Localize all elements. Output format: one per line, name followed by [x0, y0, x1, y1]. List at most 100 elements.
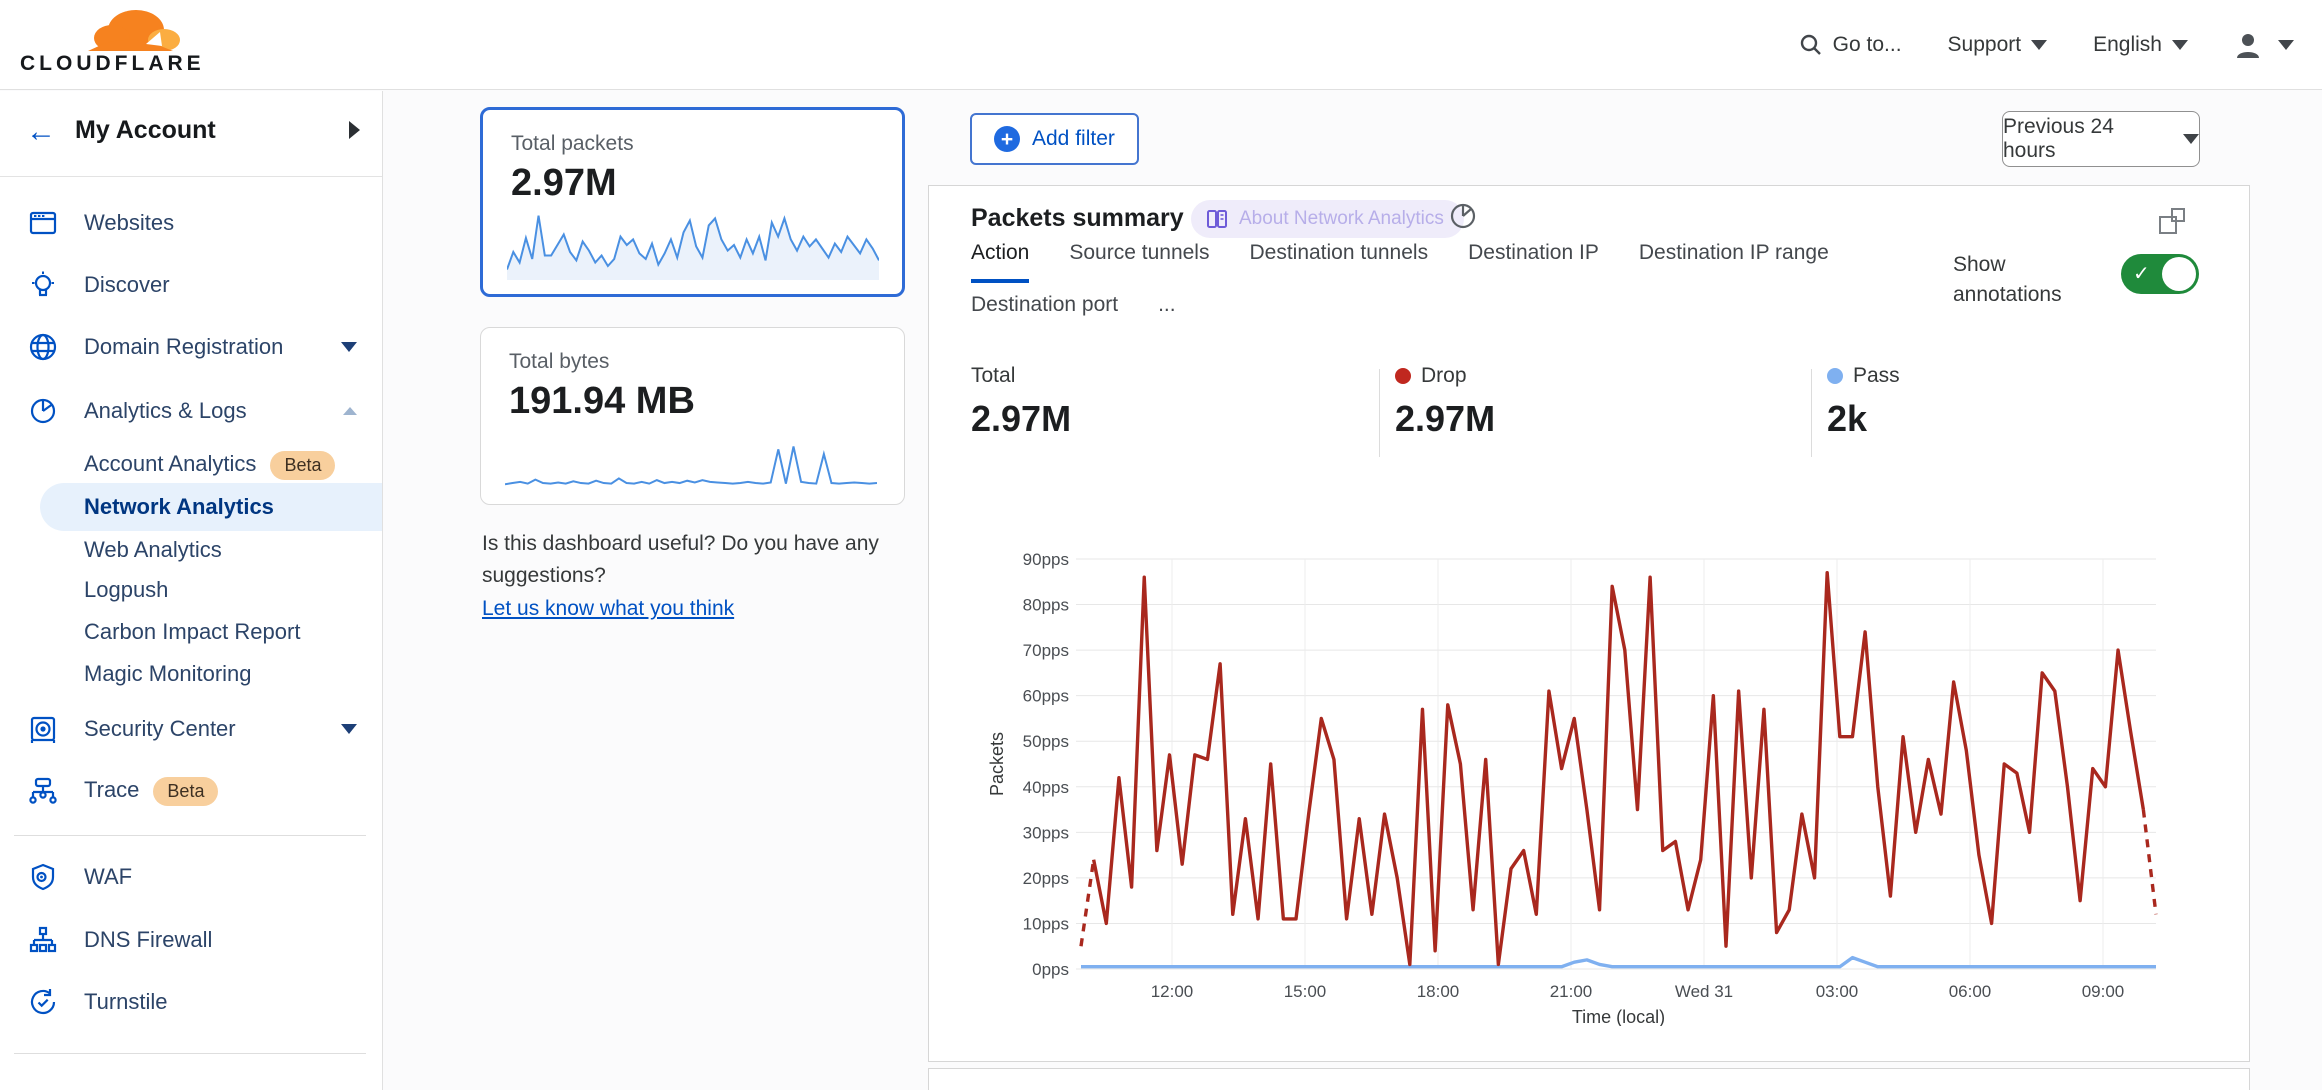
- stat-label: Drop: [1421, 364, 1467, 388]
- plus-icon: +: [994, 126, 1020, 152]
- sidebar-item-label: Carbon Impact Report: [84, 619, 300, 645]
- svg-text:50pps: 50pps: [1023, 732, 1069, 751]
- card-title: Total bytes: [509, 350, 609, 374]
- sidebar-item-turnstile[interactable]: Turnstile: [0, 978, 383, 1026]
- sidebar-item-label: DNS Firewall: [84, 927, 212, 953]
- time-range-dropdown[interactable]: Previous 24 hours: [2002, 111, 2200, 167]
- about-badge-label: About Network Analytics: [1239, 208, 1444, 230]
- svg-text:90pps: 90pps: [1023, 551, 1069, 569]
- tabs-row-2: Destination port...: [971, 293, 1176, 331]
- chevron-down-icon: [2183, 134, 2199, 144]
- svg-text:Time (local): Time (local): [1572, 1007, 1665, 1026]
- svg-text:0pps: 0pps: [1032, 960, 1069, 979]
- sidebar-item-carbon-impact-report[interactable]: Carbon Impact Report: [0, 608, 383, 656]
- language-menu[interactable]: English: [2093, 33, 2188, 57]
- stat-value: 2.97M: [1395, 398, 1495, 440]
- go-to-search[interactable]: Go to...: [1799, 33, 1902, 57]
- sidebar-item-trace[interactable]: TraceBeta: [0, 767, 383, 815]
- top-bar: CLOUDFLARE Go to... Support English: [0, 0, 2322, 90]
- feedback-link[interactable]: Let us know what you think: [482, 593, 734, 625]
- tab-destination-ip-range[interactable]: Destination IP range: [1639, 241, 1829, 283]
- show-annotations-toggle[interactable]: ✓: [2121, 254, 2199, 294]
- chevron-up-icon: [343, 407, 357, 415]
- book-icon: [1205, 207, 1229, 231]
- sidebar-item-logpush[interactable]: Logpush: [0, 566, 383, 614]
- sidebar: ← My Account Websites Discover Domain Regi…: [0, 91, 383, 1090]
- add-filter-button[interactable]: + Add filter: [970, 113, 1139, 165]
- tab-destination-tunnels[interactable]: Destination tunnels: [1249, 241, 1428, 283]
- chevron-down-icon: [2172, 40, 2188, 50]
- check-icon: ✓: [2133, 261, 2150, 286]
- sidebar-item-label: Discover: [84, 272, 170, 298]
- sidebar-item-security-center[interactable]: Security Center: [0, 705, 383, 753]
- sidebar-item-analytics-logs[interactable]: Analytics & Logs: [0, 387, 383, 435]
- tab-destination-port[interactable]: Destination port: [971, 293, 1118, 331]
- tabs-overflow-button[interactable]: ...: [1158, 293, 1176, 331]
- sidebar-item-domain-registration[interactable]: Domain Registration: [0, 323, 383, 371]
- total-bytes-card[interactable]: Total bytes 191.94 MB: [480, 327, 905, 505]
- next-panel-edge: [928, 1068, 2250, 1090]
- svg-text:70pps: 70pps: [1023, 641, 1069, 660]
- packets-sparkline: [507, 210, 879, 282]
- sidebar-header: ← My Account: [0, 91, 382, 177]
- stats-row: Total2.97MDrop2.97MPass2k: [929, 364, 2251, 464]
- sidebar-item-label: Domain Registration: [84, 334, 283, 360]
- show-annotations-label: Show annotations: [1953, 250, 2083, 311]
- sidebar-item-network-analytics[interactable]: Network Analytics: [40, 483, 383, 531]
- svg-text:30pps: 30pps: [1023, 823, 1069, 842]
- svg-text:10pps: 10pps: [1023, 914, 1069, 933]
- svg-text:20pps: 20pps: [1023, 869, 1069, 888]
- expand-icon[interactable]: [2159, 208, 2185, 234]
- chevron-down-icon: [2031, 40, 2047, 50]
- sidebar-item-label: Turnstile: [84, 989, 168, 1015]
- back-arrow-icon[interactable]: ←: [26, 117, 56, 147]
- tab-destination-ip[interactable]: Destination IP: [1468, 241, 1599, 283]
- svg-text:80pps: 80pps: [1023, 596, 1069, 615]
- sidebar-item-magic-monitoring[interactable]: Magic Monitoring: [0, 650, 383, 698]
- sidebar-item-label: Analytics & Logs: [84, 398, 247, 424]
- dns-icon: [28, 925, 58, 955]
- browser-icon: [28, 208, 58, 238]
- sidebar-item-account-analytics[interactable]: Account AnalyticsBeta: [0, 441, 383, 489]
- stat-label: Total: [971, 364, 1015, 388]
- tab-source-tunnels[interactable]: Source tunnels: [1069, 241, 1209, 283]
- legend-dot-drop: [1395, 368, 1411, 384]
- cloudflare-cloud-icon: [18, 4, 198, 54]
- card-value: 191.94 MB: [509, 380, 695, 423]
- sidebar-item-label: Magic Monitoring: [84, 661, 252, 687]
- sidebar-item-discover[interactable]: Discover: [0, 261, 383, 309]
- sidebar-divider: [14, 835, 366, 836]
- card-value: 2.97M: [511, 162, 617, 205]
- support-menu[interactable]: Support: [1948, 33, 2048, 57]
- sidebar-item-label: WAF: [84, 864, 132, 890]
- stat-value: 2k: [1827, 398, 1900, 440]
- sidebar-item-label: Logpush: [84, 577, 168, 603]
- cloudflare-wordmark: CLOUDFLARE: [20, 52, 205, 76]
- sidebar-item-label: TraceBeta: [84, 777, 218, 806]
- tabs-row-1: Action Source tunnels Destination tunnels D…: [971, 241, 1829, 283]
- tab-action[interactable]: Action: [971, 241, 1029, 283]
- pie-icon: [28, 396, 58, 426]
- chevron-right-icon[interactable]: [349, 121, 360, 139]
- svg-text:09:00: 09:00: [2082, 982, 2125, 1001]
- user-icon: [2234, 31, 2262, 59]
- sidebar-item-websites[interactable]: Websites: [0, 199, 383, 247]
- cloudflare-logo[interactable]: CLOUDFLARE: [18, 4, 198, 84]
- stat-divider: [1379, 369, 1380, 457]
- about-network-analytics-badge[interactable]: About Network Analytics: [1191, 200, 1464, 238]
- toggle-knob: [2162, 257, 2196, 291]
- total-packets-card[interactable]: Total packets 2.97M: [480, 107, 905, 297]
- sidebar-item-label: Web Analytics: [84, 537, 222, 563]
- pie-chart-icon[interactable]: [1449, 202, 1477, 230]
- svg-text:40pps: 40pps: [1023, 778, 1069, 797]
- stat-label: Pass: [1853, 364, 1900, 388]
- svg-text:15:00: 15:00: [1284, 982, 1327, 1001]
- line-chart-svg: 0pps10pps20pps30pps40pps50pps60pps70pps8…: [989, 551, 2189, 1026]
- stat-divider: [1811, 369, 1812, 457]
- packets-chart[interactable]: 0pps10pps20pps30pps40pps50pps60pps70pps8…: [989, 551, 2189, 1031]
- sidebar-item-label: Network Analytics: [84, 494, 274, 520]
- account-menu[interactable]: [2234, 31, 2294, 59]
- sidebar-item-dns-firewall[interactable]: DNS Firewall: [0, 916, 383, 964]
- sidebar-item-waf[interactable]: WAF: [0, 853, 383, 901]
- feedback-block: Is this dashboard useful? Do you have an…: [482, 528, 912, 625]
